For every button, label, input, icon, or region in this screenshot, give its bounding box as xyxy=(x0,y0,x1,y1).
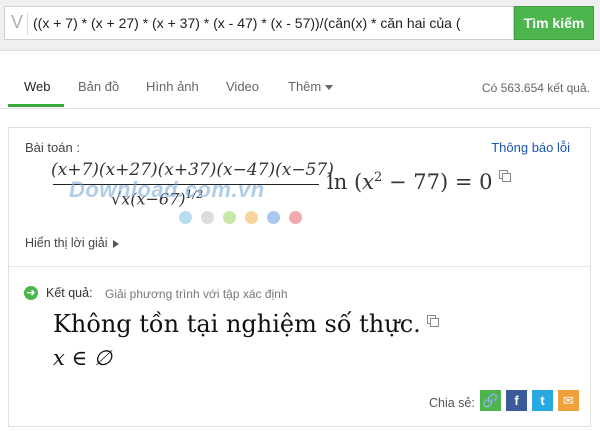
chevron-down-icon xyxy=(325,85,334,91)
show-solution-link[interactable]: Hiển thị lời giải xyxy=(25,236,119,250)
card-divider xyxy=(9,266,590,267)
logo-icon: V xyxy=(11,12,24,32)
result-label: Kết quả: xyxy=(46,286,93,300)
share-label: Chia sẻ: xyxy=(429,396,475,410)
equals-zero: = 0 xyxy=(454,170,493,194)
answer-text: Không tồn tại nghiệm số thực. xyxy=(53,310,421,338)
active-tab-indicator xyxy=(8,104,64,107)
arrow-right-circle-icon: ➜ xyxy=(24,286,38,300)
search-input[interactable]: ((x + 7) * (x + 27) * (x + 37) * (x - 47… xyxy=(33,8,511,38)
result-count: Có 563.654 kết quả. xyxy=(481,81,590,95)
search-separator xyxy=(27,13,28,35)
triangle-right-icon xyxy=(112,239,119,248)
search-button[interactable]: Tìm kiếm xyxy=(514,6,594,40)
formula-log-part: ln (x2 − 77) = 0 xyxy=(327,170,492,194)
watermark-text: Download.com.vn xyxy=(69,177,265,202)
search-bar: V ((x + 7) * (x + 27) * (x + 37) * (x - … xyxy=(0,0,600,51)
share-link-button[interactable]: 🔗 xyxy=(480,390,501,411)
search-box[interactable]: V ((x + 7) * (x + 27) * (x + 37) * (x - … xyxy=(4,6,514,40)
answer-set: x ∈ ∅ xyxy=(53,346,113,370)
math-solver-card: Bài toán : Thông báo lỗi (x+7)(x+27)(x+3… xyxy=(8,127,591,427)
share-email-button[interactable]: ✉ xyxy=(558,390,579,411)
watermark-dot xyxy=(223,211,236,224)
ln-x-exponent: 2 xyxy=(373,170,383,185)
watermark-dot xyxy=(201,211,214,224)
ln-close-paren: ) xyxy=(439,170,449,194)
result-tabs: Web Bản đồ Hình ảnh Video Thêm Có 563.65… xyxy=(0,68,600,109)
watermark-dot xyxy=(267,211,280,224)
copy-answer-icon[interactable] xyxy=(427,315,439,327)
twitter-icon: t xyxy=(540,393,545,408)
link-icon: 🔗 xyxy=(482,393,499,408)
facebook-icon: f xyxy=(514,393,519,408)
watermark-dot xyxy=(245,211,258,224)
share-twitter-button[interactable]: t xyxy=(532,390,553,411)
tab-more-label: Thêm xyxy=(288,79,322,94)
email-icon: ✉ xyxy=(563,393,574,408)
tab-video[interactable]: Video xyxy=(226,79,259,94)
copy-problem-icon[interactable] xyxy=(499,170,511,182)
show-solution-label: Hiển thị lời giải xyxy=(25,236,108,250)
problem-label: Bài toán : xyxy=(25,140,80,155)
ln-text: ln xyxy=(327,170,348,194)
tab-images[interactable]: Hình ảnh xyxy=(146,79,199,94)
result-description: Giải phương trình với tập xác định xyxy=(105,287,288,301)
report-error-link[interactable]: Thông báo lỗi xyxy=(491,140,570,155)
tab-more[interactable]: Thêm xyxy=(288,79,334,94)
share-facebook-button[interactable]: f xyxy=(506,390,527,411)
answer-math: x ∈ ∅ xyxy=(53,346,112,370)
ln-x: x xyxy=(362,170,374,194)
ln-open-paren: ( xyxy=(353,170,363,194)
tab-maps[interactable]: Bản đồ xyxy=(78,79,119,94)
watermark-dot xyxy=(289,211,302,224)
tab-web[interactable]: Web xyxy=(24,79,51,94)
ln-minus-77: − 77 xyxy=(388,170,440,194)
watermark-dot xyxy=(179,211,192,224)
